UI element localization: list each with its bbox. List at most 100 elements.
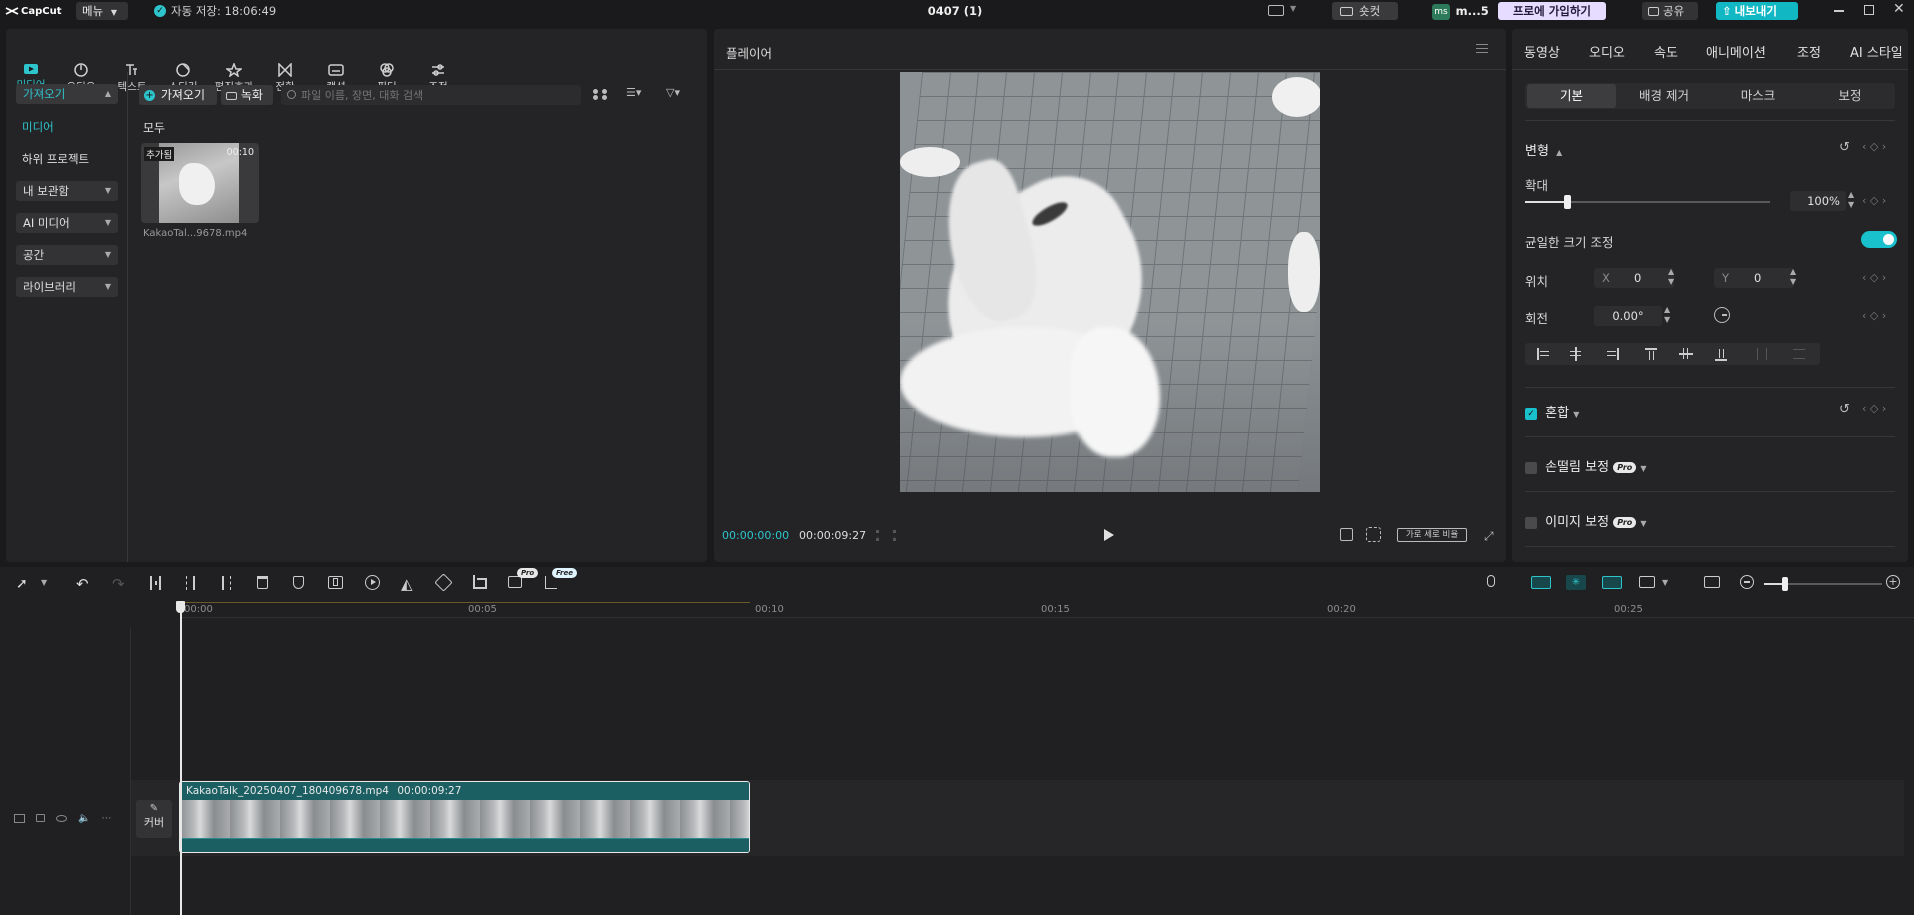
sidebar-item-subproject[interactable]: 하위 프로젝트 — [22, 151, 89, 167]
main-track-magnet-icon[interactable] — [1531, 576, 1551, 589]
uniform-scale-toggle[interactable] — [1861, 231, 1897, 248]
rotate-icon[interactable] — [434, 573, 453, 592]
media-thumbnail[interactable]: 추가됨 00:10 — [141, 143, 259, 223]
crop-icon[interactable] — [473, 575, 487, 589]
subtab-remove-bg[interactable]: 배경 제거 — [1618, 84, 1710, 108]
mirror-icon[interactable]: ◭ — [401, 575, 413, 593]
sidebar-group-library[interactable]: 내 보관함 ▼ — [16, 181, 118, 201]
scale-slider-handle[interactable] — [1563, 195, 1571, 209]
restore-icon[interactable] — [1864, 5, 1874, 15]
project-title[interactable]: 0407 (1) — [880, 4, 1030, 18]
keyframe-controls[interactable]: ‹ ◇ › — [1862, 140, 1886, 153]
reset-icon[interactable]: ↺ — [1839, 140, 1850, 155]
tab-ai-style[interactable]: AI 스타일 — [1850, 42, 1906, 61]
keyframe-controls[interactable]: ‹ ◇ › — [1862, 194, 1886, 207]
speaker-icon[interactable]: 🔈 — [78, 813, 90, 824]
focus-icon[interactable] — [1366, 527, 1381, 542]
smart-cut-icon[interactable] — [545, 576, 557, 589]
tab-video[interactable]: 동영상 — [1524, 42, 1560, 61]
track-display-icon[interactable] — [14, 813, 25, 823]
playhead[interactable] — [176, 601, 185, 915]
fullscreen-icon[interactable]: ⤢ — [1484, 529, 1494, 544]
search-input[interactable] — [301, 87, 571, 103]
align-top-icon[interactable] — [1645, 348, 1657, 350]
export-button[interactable]: ⇧ 내보내기 — [1716, 2, 1798, 20]
blend-header[interactable]: ✓ 혼합 ▼ — [1525, 402, 1579, 421]
sidebar-group-space[interactable]: 공간 ▼ — [16, 245, 118, 265]
play-button[interactable] — [1104, 529, 1114, 541]
stabilize-header[interactable]: 손떨림 보정 Pro ▼ — [1525, 456, 1647, 475]
safe-area-icon[interactable] — [1340, 528, 1353, 541]
record-button[interactable]: 녹화 — [221, 85, 273, 105]
freeze-frame-icon[interactable] — [328, 576, 343, 589]
subtab-mask[interactable]: 마스크 — [1712, 84, 1804, 108]
menu-button[interactable]: 메뉴 ▼ — [76, 2, 128, 20]
layout-icon[interactable] — [1268, 5, 1284, 16]
sidebar-group-import[interactable]: 가져오기 ▲ — [16, 84, 118, 104]
shortcut-button[interactable]: 숏컷 — [1332, 2, 1398, 20]
screenshot-icon[interactable] — [1704, 576, 1720, 588]
redo-icon[interactable]: ↷ — [112, 575, 125, 593]
chevron-down-icon[interactable]: ▼ — [41, 578, 47, 587]
sidebar-item-media[interactable]: 미디어 — [22, 119, 54, 135]
share-button[interactable]: 공유 — [1642, 2, 1698, 20]
keyframe-controls[interactable]: ‹ ◇ › — [1862, 309, 1886, 322]
linkage-icon[interactable] — [1602, 576, 1622, 589]
chevron-down-icon[interactable]: ▼ — [1662, 578, 1668, 587]
sidebar-group-libraries[interactable]: 라이브러리 ▼ — [16, 277, 118, 297]
zoom-slider-track[interactable] — [1764, 577, 1882, 591]
minimize-icon[interactable] — [1834, 10, 1844, 12]
split-left-icon[interactable] — [186, 576, 195, 590]
user-button[interactable]: ms m...5 — [1432, 2, 1492, 20]
chevron-down-icon[interactable]: ▼ — [1290, 4, 1296, 13]
subtab-retouch[interactable]: 보정 — [1806, 84, 1894, 108]
view-grid-icon[interactable] — [593, 89, 607, 100]
lock-icon[interactable] — [36, 814, 45, 822]
microphone-icon[interactable] — [1487, 575, 1495, 587]
speed-icon[interactable] — [365, 575, 380, 590]
tab-animation[interactable]: 애니메이션 — [1706, 42, 1766, 61]
zoom-out-icon[interactable] — [1740, 575, 1754, 589]
playhead-handle[interactable] — [176, 601, 185, 613]
blend-checkbox[interactable]: ✓ — [1525, 407, 1537, 420]
sort-icon[interactable]: ☰▾ — [626, 86, 641, 99]
reset-icon[interactable]: ↺ — [1839, 402, 1850, 417]
tab-speed[interactable]: 속도 — [1654, 42, 1678, 61]
eye-icon[interactable] — [56, 814, 67, 822]
align-right-icon[interactable] — [1617, 348, 1619, 360]
position-x-stepper[interactable]: ▲ ▼ — [1668, 267, 1674, 287]
align-bottom-icon[interactable] — [1715, 359, 1727, 361]
preview-axis-icon[interactable] — [1639, 576, 1655, 588]
auto-snap-icon[interactable]: ✳ — [1566, 575, 1586, 590]
stabilize-checkbox[interactable] — [1525, 461, 1537, 474]
position-y-stepper[interactable]: ▲ ▼ — [1790, 267, 1796, 287]
tab-adjust[interactable]: 조정 — [1797, 42, 1821, 61]
split-right-icon[interactable] — [222, 576, 231, 590]
close-icon[interactable]: ✕ — [1893, 1, 1905, 17]
sidebar-group-ai-media[interactable]: AI 미디어 ▼ — [16, 213, 118, 233]
scale-slider-track[interactable] — [1525, 195, 1770, 209]
position-y-field[interactable]: Y 0 — [1714, 268, 1794, 288]
cover-button[interactable]: ✎ 커버 — [136, 800, 172, 838]
subtab-basic[interactable]: 기본 — [1527, 84, 1616, 108]
align-left-icon[interactable] — [1537, 348, 1539, 360]
delete-icon[interactable] — [257, 576, 268, 589]
video-clip[interactable]: KakaoTalk_20250407_180409678.mp4 00:00:0… — [179, 781, 750, 853]
keyframe-controls[interactable]: ‹ ◇ › — [1862, 402, 1886, 415]
video-preview[interactable] — [900, 72, 1320, 492]
zoom-slider-handle[interactable] — [1782, 577, 1788, 591]
hamburger-icon[interactable] — [1476, 44, 1488, 53]
rotation-field[interactable]: 0.00° — [1594, 306, 1662, 326]
tab-audio[interactable]: 오디오 — [1589, 42, 1625, 61]
scale-value-field[interactable]: 100% — [1790, 191, 1846, 211]
rotation-dial-icon[interactable] — [1714, 307, 1730, 323]
position-x-field[interactable]: X 0 — [1594, 268, 1674, 288]
transform-header[interactable]: 변형 ▲ — [1525, 140, 1562, 159]
search-field[interactable] — [281, 85, 581, 105]
aspect-ratio-button[interactable]: 가로 세로 비율 — [1397, 528, 1467, 542]
scale-stepper[interactable]: ▲ ▼ — [1848, 190, 1854, 210]
filter-icon[interactable]: ▽▾ — [666, 86, 680, 99]
pro-join-button[interactable]: 프로에 가입하기 — [1498, 2, 1606, 20]
image-enhance-checkbox[interactable] — [1525, 516, 1537, 529]
split-icon[interactable] — [150, 576, 161, 590]
